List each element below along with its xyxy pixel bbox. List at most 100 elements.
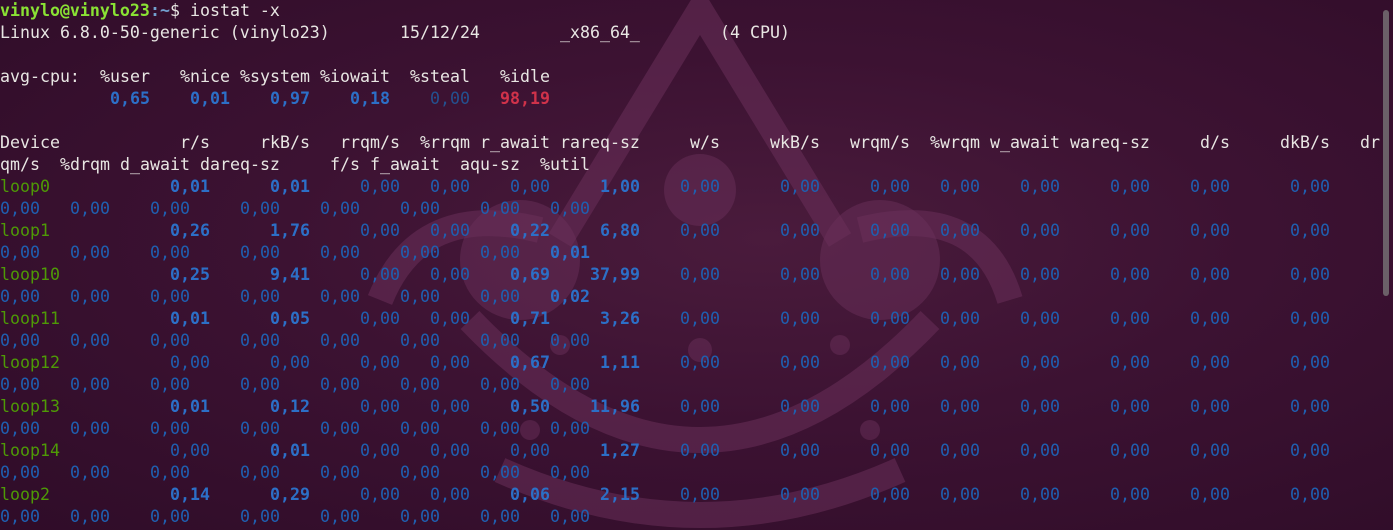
device-value: 0,14 <box>170 485 210 504</box>
command-text: iostat -x <box>180 1 280 20</box>
device-value: 0,00 <box>430 441 470 460</box>
avgcpu-value: 0,18 <box>350 89 390 108</box>
device-value: 37,99 <box>590 265 640 284</box>
device-value: 0,00 <box>480 199 520 218</box>
device-value: 0,00 <box>780 265 820 284</box>
device-value: 0,00 <box>870 441 910 460</box>
device-name: loop10 <box>0 265 60 284</box>
device-value: 0,00 <box>870 309 910 328</box>
device-value: 0,00 <box>480 375 520 394</box>
device-value: 0,00 <box>480 463 520 482</box>
device-value: 0,00 <box>150 463 190 482</box>
device-value: 0,00 <box>320 199 360 218</box>
column-header: dkB/s <box>1280 133 1330 152</box>
device-value: 0,00 <box>1110 397 1150 416</box>
device-row-continued: 0,00 0,00 0,00 0,00 0,00 0,00 0,00 0,00 <box>0 198 1393 220</box>
device-value: 0,00 <box>400 463 440 482</box>
device-value: 1,11 <box>600 353 640 372</box>
device-value: 0,00 <box>480 331 520 350</box>
scrollbar-thumb[interactable] <box>1383 10 1389 296</box>
device-value: 0,01 <box>170 309 210 328</box>
device-value: 0,00 <box>70 331 110 350</box>
device-row: loop12 0,00 0,00 0,00 0,00 0,67 1,11 0,00 0,00 0,… <box>0 352 1393 374</box>
device-value: 11,96 <box>590 397 640 416</box>
device-value: 0,00 <box>360 353 400 372</box>
device-value: 0,00 <box>360 221 400 240</box>
device-value: 0,00 <box>430 353 470 372</box>
avgcpu-header: %iowait <box>320 67 390 86</box>
column-header: d_await <box>120 155 190 174</box>
device-value: 0,00 <box>0 243 40 262</box>
device-value: 0,00 <box>430 485 470 504</box>
device-value: 0,71 <box>510 309 550 328</box>
device-value: 0,00 <box>940 397 980 416</box>
device-value: 0,00 <box>1110 353 1150 372</box>
device-value: 0,00 <box>940 221 980 240</box>
avgcpu-value: 98,19 <box>500 89 550 108</box>
column-header: wareq-sz <box>1070 133 1150 152</box>
device-value: 0,00 <box>0 287 40 306</box>
column-header: %drqm <box>60 155 110 174</box>
device-row: loop0 0,01 0,01 0,00 0,00 0,00 1,00 0,00 0,00 0,0… <box>0 176 1393 198</box>
device-value: 3,26 <box>600 309 640 328</box>
device-value: 0,01 <box>550 243 590 262</box>
device-value: 0,00 <box>1190 353 1230 372</box>
device-value: 0,00 <box>150 287 190 306</box>
device-value: 0,00 <box>0 419 40 438</box>
sysinfo-line: Linux 6.8.0-50-generic (vinylo23) 15/12/2… <box>0 22 1393 44</box>
device-value: 0,25 <box>170 265 210 284</box>
terminal-output[interactable]: vinylo@vinylo23:~ $ iostat -x Linux 6.8.0-… <box>0 0 1393 530</box>
device-row-continued: 0,00 0,00 0,00 0,00 0,00 0,00 0,00 0,00 <box>0 330 1393 352</box>
device-value: 1,27 <box>600 441 640 460</box>
device-value: 0,00 <box>270 353 310 372</box>
device-value: 0,00 <box>680 265 720 284</box>
device-value: 0,00 <box>430 397 470 416</box>
device-value: 0,01 <box>270 177 310 196</box>
device-name: loop2 <box>0 485 50 504</box>
avgcpu-header: %idle <box>500 67 550 86</box>
column-header: dareq-sz <box>200 155 280 174</box>
device-value: 0,00 <box>430 265 470 284</box>
column-header: r_await <box>480 133 550 152</box>
device-value: 0,00 <box>1110 309 1150 328</box>
device-name: loop12 <box>0 353 60 372</box>
column-header: rareq-sz <box>560 133 640 152</box>
device-value: 0,00 <box>1190 441 1230 460</box>
device-value: 0,00 <box>70 463 110 482</box>
device-value: 0,00 <box>1110 485 1150 504</box>
device-value: 0,00 <box>1110 177 1150 196</box>
column-header: qm/s <box>0 155 40 174</box>
device-value: 0,00 <box>480 287 520 306</box>
device-value: 0,22 <box>510 221 550 240</box>
device-value: 0,26 <box>170 221 210 240</box>
device-value: 0,00 <box>360 485 400 504</box>
device-value: 0,00 <box>680 397 720 416</box>
column-header: wkB/s <box>770 133 820 152</box>
device-value: 0,00 <box>70 419 110 438</box>
device-value: 0,00 <box>510 441 550 460</box>
prompt-path: :~ <box>150 1 170 20</box>
device-row: loop2 0,14 0,29 0,00 0,00 0,06 2,15 0,00 0,00 0,0… <box>0 484 1393 506</box>
device-row-continued: 0,00 0,00 0,00 0,00 0,00 0,00 0,00 0,01 <box>0 242 1393 264</box>
device-value: 0,00 <box>70 199 110 218</box>
device-value: 0,00 <box>1190 397 1230 416</box>
device-value: 0,00 <box>940 353 980 372</box>
device-value: 0,00 <box>550 507 590 526</box>
device-value: 0,00 <box>1290 221 1330 240</box>
device-value: 0,00 <box>480 419 520 438</box>
device-value: 0,00 <box>1110 221 1150 240</box>
arch-info: _x86_64_ <box>560 23 640 42</box>
column-header: w_await <box>990 133 1060 152</box>
device-value: 2,15 <box>600 485 640 504</box>
device-value: 0,00 <box>1020 397 1060 416</box>
device-value: 0,00 <box>360 441 400 460</box>
device-row-continued: 0,00 0,00 0,00 0,00 0,00 0,00 0,00 0,00 <box>0 418 1393 440</box>
device-row-continued: 0,00 0,00 0,00 0,00 0,00 0,00 0,00 0,00 <box>0 462 1393 484</box>
device-value: 0,12 <box>270 397 310 416</box>
device-value: 0,00 <box>400 199 440 218</box>
device-value: 0,00 <box>870 221 910 240</box>
device-value: 0,00 <box>680 177 720 196</box>
device-value: 0,00 <box>240 463 280 482</box>
column-header: wrqm/s <box>850 133 910 152</box>
device-value: 0,00 <box>150 419 190 438</box>
